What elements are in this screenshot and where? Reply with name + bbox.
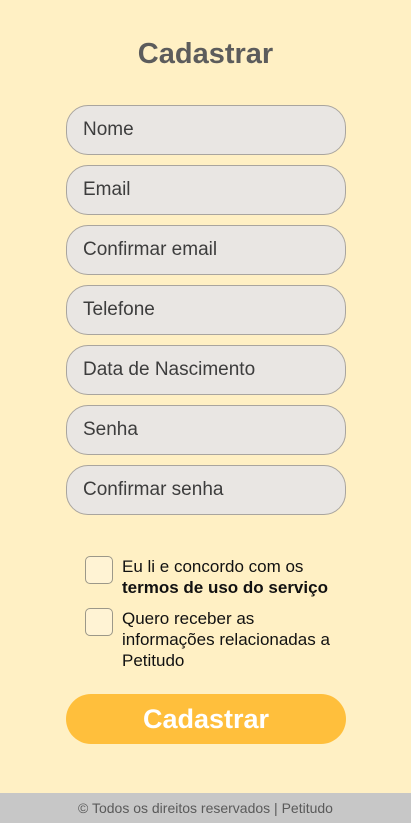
terms-link[interactable]: termos de uso do serviço xyxy=(122,578,328,597)
password-field[interactable] xyxy=(66,405,346,455)
phone-field[interactable] xyxy=(66,285,346,335)
submit-button[interactable]: Cadastrar xyxy=(66,694,346,744)
terms-label: Eu li e concordo com os termos de uso do… xyxy=(122,556,337,598)
name-field[interactable] xyxy=(66,105,346,155)
terms-row: Eu li e concordo com os termos de uso do… xyxy=(85,556,337,598)
newsletter-checkbox[interactable] xyxy=(85,608,113,636)
footer: © Todos os direitos reservados | Petitud… xyxy=(0,793,411,823)
email-field[interactable] xyxy=(66,165,346,215)
newsletter-label: Quero receber as informações relacionada… xyxy=(122,609,330,670)
terms-text: Eu li e concordo com os xyxy=(122,557,304,576)
newsletter-row: Quero receber as informações relacionada… xyxy=(85,608,337,671)
terms-checkbox[interactable] xyxy=(85,556,113,584)
confirm-email-field[interactable] xyxy=(66,225,346,275)
birthdate-field[interactable] xyxy=(66,345,346,395)
page-title: Cadastrar xyxy=(137,38,274,70)
confirm-password-field[interactable] xyxy=(66,465,346,515)
